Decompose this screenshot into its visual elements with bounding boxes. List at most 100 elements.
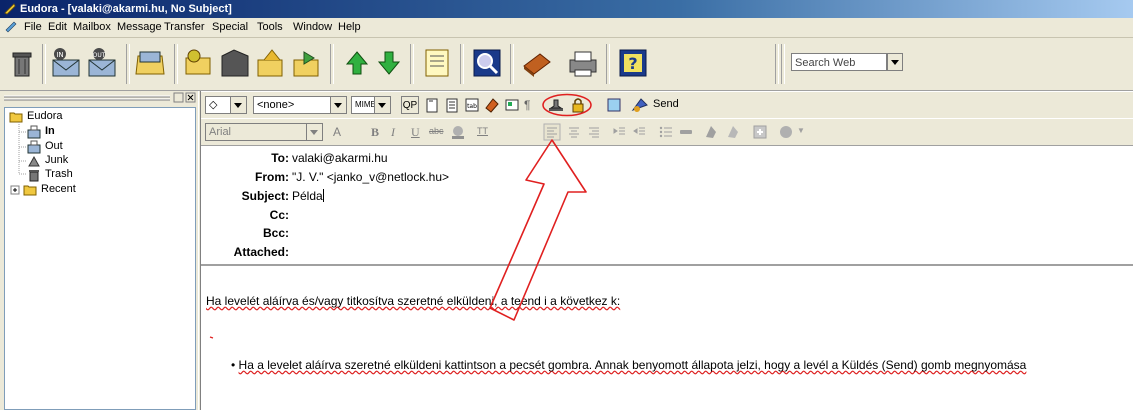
diamond-icon: ◇ — [209, 99, 218, 111]
cc-label: Cc: — [269, 208, 289, 222]
body-bullet-1: • Ha a levelet aláírva szeretné elkülden… — [231, 358, 1027, 372]
from-field[interactable]: "J. V." <janko_v@netlock.hu> — [292, 170, 449, 184]
attach-file-icon[interactable] — [420, 46, 454, 80]
qp-button[interactable]: QP — [401, 96, 419, 114]
menu-window[interactable]: Window — [293, 21, 332, 33]
trash-can-icon[interactable] — [6, 46, 40, 80]
document-icon[interactable] — [4, 20, 18, 34]
bcc-row: Bcc: — [201, 226, 1133, 243]
italic-button[interactable]: I — [391, 125, 395, 140]
junk-icon — [28, 155, 40, 167]
tree-item-in[interactable]: In — [27, 125, 177, 139]
strikethrough-button[interactable]: abc — [429, 126, 444, 136]
to-field[interactable]: valaki@akarmi.hu — [292, 151, 388, 165]
help-icon[interactable]: ? — [616, 46, 650, 80]
word-wrap-icon[interactable] — [443, 96, 461, 114]
check-mail-out-icon[interactable]: OUT — [86, 46, 120, 80]
inbox-icon — [27, 125, 41, 139]
svg-text:IN: IN — [56, 51, 63, 59]
previous-message-icon[interactable] — [340, 46, 374, 80]
chevron-down-icon — [334, 103, 342, 108]
annotation-arrow — [489, 139, 587, 321]
chevron-down-icon — [891, 60, 899, 65]
from-row: From: "J. V." <janko_v@netlock.hu> — [201, 170, 1133, 187]
outbox-icon — [27, 140, 41, 154]
underline-button[interactable]: U — [411, 125, 420, 140]
bold-button[interactable]: B — [371, 125, 379, 140]
font-size-button[interactable]: A — [333, 125, 341, 139]
mailbox-tree: Eudora In Out Junk Trash Recent — [4, 107, 196, 410]
mime-combo[interactable]: MIME — [351, 96, 391, 114]
text-cursor — [322, 189, 324, 202]
subject-label: Subject: — [241, 189, 289, 203]
trash-icon — [29, 170, 39, 182]
search-dropdown-button[interactable] — [887, 53, 903, 71]
find-icon[interactable] — [470, 46, 504, 80]
compose-toolbar: ◇ <none> MIME QP tab ¶ Send — [201, 92, 1133, 118]
format-toolbar: Arial A B I U abc TT ▼ — [201, 119, 1133, 146]
emoticon-dropdown-icon[interactable]: ▼ — [797, 126, 805, 135]
check-mail-in-icon[interactable]: IN — [50, 46, 84, 80]
subject-field[interactable]: Példa — [292, 189, 324, 203]
menu-help[interactable]: Help — [338, 21, 361, 33]
highlight-circle — [542, 93, 592, 117]
chevron-down-icon — [378, 103, 386, 108]
font-combo[interactable]: Arial — [205, 123, 323, 141]
pilcrow-icon[interactable]: ¶ — [524, 98, 530, 112]
eudora-logo-icon — [4, 3, 16, 15]
outdent-icon[interactable] — [631, 123, 649, 141]
bcc-label: Bcc: — [262, 226, 289, 240]
tree-lines — [18, 122, 27, 175]
mailbox-folder-icon[interactable] — [134, 46, 168, 80]
priority-combo[interactable]: ◇ — [205, 96, 247, 114]
send-button[interactable]: Send — [653, 98, 679, 110]
search-web-field[interactable]: Search Web — [791, 53, 887, 71]
attached-label: Attached: — [233, 245, 289, 259]
bullet-dot: • — [231, 358, 236, 372]
menu-message[interactable]: Message — [117, 21, 162, 33]
remove-link-icon[interactable] — [725, 123, 743, 141]
text-as-attachment-icon[interactable] — [423, 96, 441, 114]
teletype-button[interactable]: TT — [477, 126, 488, 136]
bullet-list-icon[interactable] — [657, 123, 675, 141]
main-toolbar: IN OUT ? Search Web — [0, 38, 1133, 91]
return-receipt-icon[interactable] — [503, 96, 521, 114]
tree-item-recent[interactable]: Recent — [9, 183, 179, 197]
attached-row: Attached: — [201, 245, 1133, 262]
print-icon[interactable] — [566, 46, 600, 80]
cc-row: Cc: — [201, 208, 1133, 225]
svg-text:?: ? — [628, 54, 637, 73]
chevron-down-icon — [310, 130, 318, 135]
to-row: To: valaki@akarmi.hu — [201, 151, 1133, 168]
tree-item-trash[interactable]: Trash — [27, 168, 177, 182]
tree-item-junk[interactable]: Junk — [27, 154, 177, 168]
menu-edit[interactable]: Edit — [48, 21, 67, 33]
keep-copy-icon[interactable] — [483, 96, 501, 114]
address-book-icon[interactable] — [520, 46, 554, 80]
to-label: To: — [271, 151, 289, 165]
emoticon-icon[interactable] — [777, 123, 795, 141]
menu-file[interactable]: File — [24, 21, 42, 33]
menu-tools[interactable]: Tools — [257, 21, 283, 33]
insert-link-icon[interactable] — [703, 123, 721, 141]
send-icon[interactable] — [631, 96, 649, 114]
tree-root-eudora[interactable]: Eudora — [9, 110, 179, 124]
tab-in-body-icon[interactable]: tab — [463, 96, 481, 114]
menu-transfer[interactable]: Transfer — [164, 21, 205, 33]
svg-text:tab: tab — [467, 103, 477, 110]
menu-mailbox[interactable]: Mailbox — [73, 21, 111, 33]
mailbox-panel: Eudora In Out Junk Trash Recent — [0, 91, 198, 410]
spell-check-icon[interactable] — [605, 96, 623, 114]
signature-combo[interactable]: <none> — [253, 96, 347, 114]
reply-all-icon[interactable] — [254, 46, 288, 80]
reply-icon[interactable] — [218, 46, 252, 80]
next-message-icon[interactable] — [372, 46, 406, 80]
insert-picture-icon[interactable] — [751, 123, 769, 141]
message-body[interactable]: Ha levelét aláírva és/vagy titkosítva sz… — [201, 270, 1133, 410]
menu-special[interactable]: Special — [212, 21, 248, 33]
tree-item-out[interactable]: Out — [27, 140, 177, 154]
chevron-down-icon — [234, 103, 242, 108]
horizontal-rule-icon[interactable] — [677, 123, 695, 141]
new-message-icon[interactable] — [182, 46, 216, 80]
forward-icon[interactable] — [290, 46, 324, 80]
